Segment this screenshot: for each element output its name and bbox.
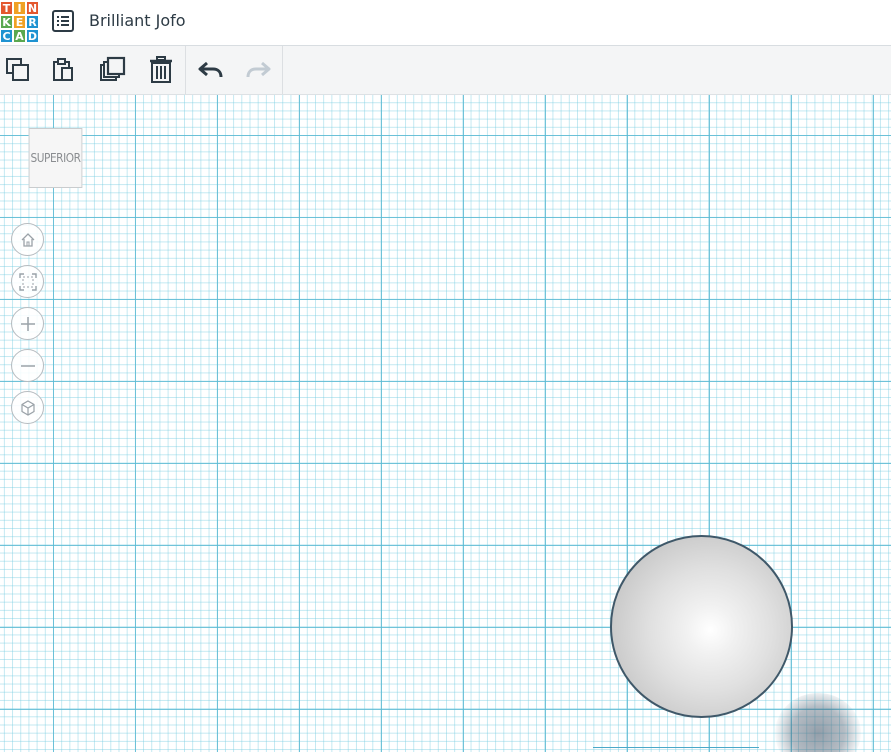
logo-letter: E bbox=[13, 15, 26, 29]
logo-letter: T bbox=[0, 1, 13, 15]
logo-letter: N bbox=[26, 1, 39, 15]
home-view-button[interactable] bbox=[11, 223, 44, 256]
ortho-view-icon bbox=[20, 399, 35, 416]
delete-button[interactable] bbox=[146, 55, 176, 85]
ortho-view-button[interactable] bbox=[11, 391, 44, 424]
sphere-shape[interactable] bbox=[610, 535, 793, 718]
zoom-out-button[interactable] bbox=[11, 349, 44, 382]
logo-letter: A bbox=[13, 29, 26, 43]
paste-icon bbox=[53, 58, 73, 81]
home-icon bbox=[21, 232, 34, 247]
logo-letter: D bbox=[26, 29, 39, 43]
logo-letter: R bbox=[26, 15, 39, 29]
zoom-in-icon bbox=[20, 316, 35, 331]
duplicate-button[interactable] bbox=[98, 55, 128, 85]
redo-button[interactable] bbox=[243, 55, 273, 85]
edit-toolbar bbox=[0, 46, 891, 95]
zoom-out-icon bbox=[20, 364, 35, 367]
toolbar-separator bbox=[282, 46, 283, 94]
fit-view-button[interactable] bbox=[11, 265, 44, 298]
tinkercad-logo[interactable]: TINKERCAD bbox=[0, 1, 39, 43]
top-bar: TINKERCAD Brilliant Jofo bbox=[0, 0, 891, 46]
redo-icon bbox=[246, 61, 271, 78]
view-cube[interactable]: SUPERIOR bbox=[28, 128, 83, 188]
logo-letter: I bbox=[13, 1, 26, 15]
toolbar-separator bbox=[185, 46, 186, 94]
fit-view-icon bbox=[18, 272, 37, 291]
ruler-edge bbox=[593, 747, 759, 749]
workplane-grid[interactable]: SUPERIOR bbox=[0, 95, 891, 752]
design-title[interactable]: Brilliant Jofo bbox=[89, 11, 186, 30]
zoom-in-button[interactable] bbox=[11, 307, 44, 340]
duplicate-icon bbox=[100, 56, 126, 81]
logo-letter: K bbox=[0, 15, 13, 29]
trash-icon bbox=[150, 56, 172, 83]
design-menu-button[interactable] bbox=[52, 10, 74, 32]
sphere-shadow bbox=[775, 693, 861, 752]
paste-button[interactable] bbox=[48, 55, 78, 85]
undo-icon bbox=[198, 61, 223, 78]
view-cube-face-label: SUPERIOR bbox=[30, 151, 81, 165]
copy-icon bbox=[6, 58, 29, 81]
undo-button[interactable] bbox=[196, 55, 226, 85]
copy-button[interactable] bbox=[3, 55, 33, 85]
logo-letter: C bbox=[0, 29, 13, 43]
